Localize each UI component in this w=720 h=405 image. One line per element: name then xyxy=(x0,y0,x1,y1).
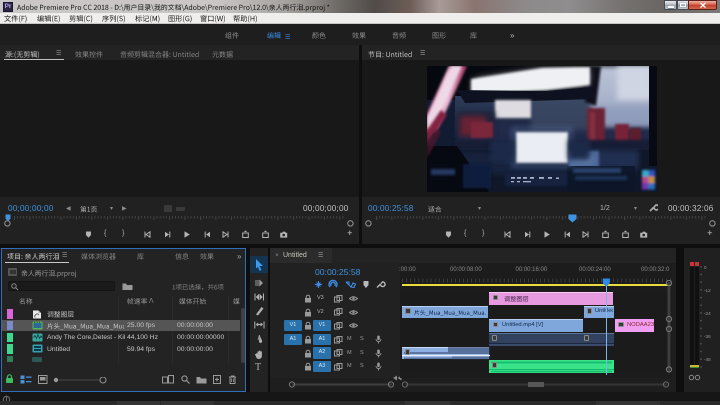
svg-text:-48: -48 xyxy=(704,357,711,362)
svg-text:-36: -36 xyxy=(704,334,711,339)
svg-text:0: 0 xyxy=(704,266,707,270)
svg-text:-24: -24 xyxy=(704,311,711,316)
svg-text:-12: -12 xyxy=(704,288,711,293)
